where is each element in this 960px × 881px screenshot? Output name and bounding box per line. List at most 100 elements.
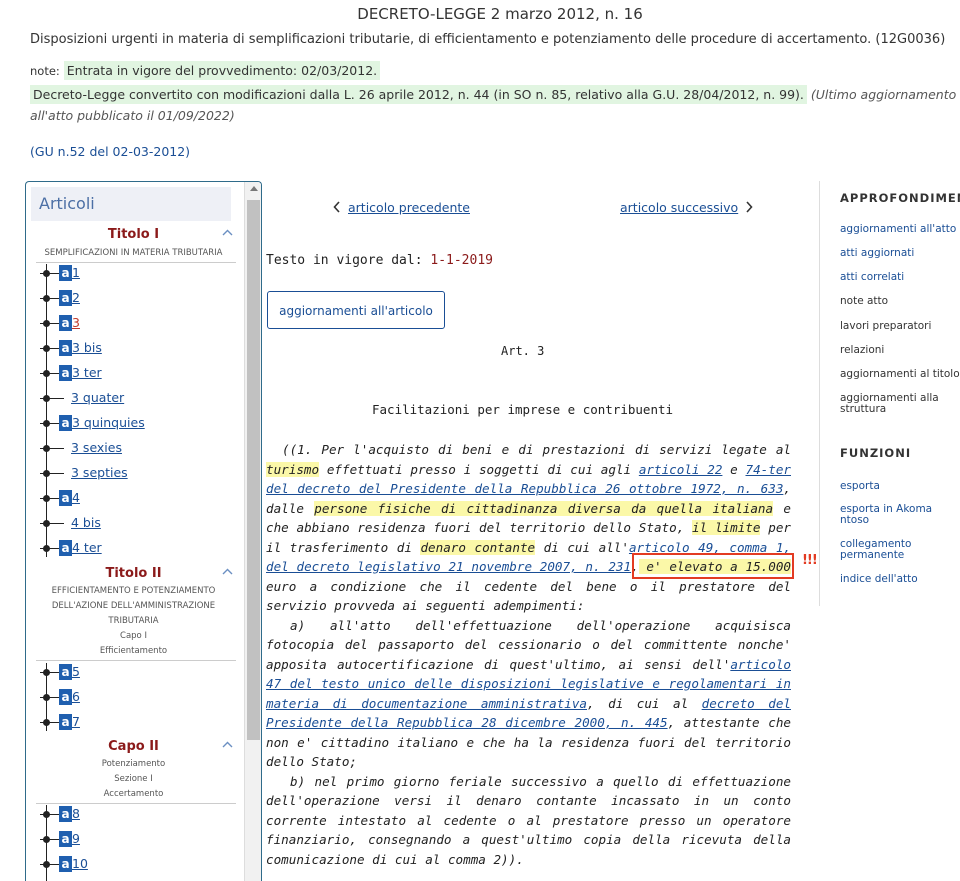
article-amended-icon[interactable]: a bbox=[59, 365, 72, 381]
approfondimenti-item[interactable]: aggiornamenti alla struttura bbox=[840, 393, 960, 415]
article-link[interactable]: 3 septies bbox=[71, 464, 128, 482]
note-row: note: Entrata in vigore del provvediment… bbox=[30, 61, 960, 81]
approfondimenti-item[interactable]: relazioni bbox=[840, 345, 960, 356]
article-tree-item[interactable]: a3 quinquies bbox=[34, 414, 234, 432]
chevron-left-icon[interactable] bbox=[333, 201, 340, 216]
article-link[interactable]: 4 bis bbox=[71, 514, 101, 532]
article-tree-item[interactable]: 3 septies bbox=[34, 464, 234, 482]
annotation-red-box bbox=[632, 553, 794, 579]
article-tree-item[interactable]: a2 bbox=[34, 289, 234, 307]
article-tree-item[interactable]: a5 bbox=[34, 663, 234, 681]
tree-node-dot-icon bbox=[43, 836, 50, 843]
approfondimenti-item[interactable]: atti aggiornati bbox=[840, 248, 960, 259]
titolo-1-heading[interactable]: Titolo I bbox=[31, 227, 236, 242]
article-link[interactable]: 10 bbox=[72, 855, 88, 873]
article-amended-icon[interactable]: a bbox=[59, 856, 72, 872]
funzioni-item[interactable]: collegamento permanente bbox=[840, 539, 960, 561]
titolo-2-heading[interactable]: Titolo II bbox=[31, 566, 236, 581]
capo-1-label: Capo I bbox=[120, 631, 147, 641]
approfondimenti-item[interactable]: note atto bbox=[840, 296, 960, 307]
funzioni-item[interactable]: esporta in Akoma ntoso bbox=[840, 504, 960, 526]
previous-article-nav[interactable]: articolo precedente bbox=[333, 200, 470, 216]
collapse-chevron-icon[interactable] bbox=[222, 568, 233, 578]
article-link[interactable]: 3 bbox=[72, 314, 80, 332]
article-tree-item[interactable]: a3 bbox=[34, 314, 234, 332]
article-link[interactable]: 1 bbox=[72, 264, 80, 282]
tree-node-dot-icon bbox=[43, 470, 50, 477]
article-tree-item[interactable]: a3 bis bbox=[34, 339, 234, 357]
previous-article-link[interactable]: articolo precedente bbox=[348, 200, 470, 215]
collapse-chevron-icon[interactable] bbox=[222, 229, 233, 239]
article-updates-button[interactable]: aggiornamenti all'articolo bbox=[267, 291, 445, 329]
paragraph-1: ((1. Per l'acquisto di beni e di prestaz… bbox=[266, 442, 792, 613]
article-tree-item[interactable]: a4 bbox=[34, 489, 234, 507]
article-link[interactable]: 3 quinquies bbox=[72, 414, 145, 432]
approfondimenti-item[interactable]: aggiornamenti al titolo bbox=[840, 369, 960, 380]
highlight-denaro-contante: denaro contante bbox=[420, 539, 536, 555]
articles-panel: Articoli Titolo I SEMPLIFICAZIONI IN MAT… bbox=[25, 181, 262, 881]
scroll-thumb[interactable] bbox=[247, 200, 260, 740]
article-number: Art. 3 bbox=[501, 344, 545, 358]
article-amended-icon[interactable]: a bbox=[59, 490, 72, 506]
chevron-right-icon[interactable] bbox=[746, 201, 753, 216]
article-link[interactable]: 5 bbox=[72, 663, 80, 681]
tree-node-dot-icon bbox=[43, 295, 50, 302]
article-amended-icon[interactable]: a bbox=[59, 664, 72, 680]
tree-node-dot-icon bbox=[43, 669, 50, 676]
approfondimenti-item[interactable]: atti correlati bbox=[840, 272, 960, 283]
article-tree-item[interactable]: a9 bbox=[34, 830, 234, 848]
article-link[interactable]: 7 bbox=[72, 713, 80, 731]
approfondimenti-item[interactable]: aggiornamenti all'atto bbox=[840, 224, 960, 235]
article-amended-icon[interactable]: a bbox=[59, 540, 72, 556]
article-tree-item[interactable]: 3 sexies bbox=[34, 439, 234, 457]
article-link[interactable]: 4 ter bbox=[72, 539, 102, 557]
article-link[interactable]: 9 bbox=[72, 830, 80, 848]
article-amended-icon[interactable]: a bbox=[59, 689, 72, 705]
article-tree-item[interactable]: 4 bis bbox=[34, 514, 234, 532]
articles-scrollbar[interactable] bbox=[244, 182, 261, 881]
article-link[interactable]: 3 bis bbox=[72, 339, 102, 357]
collapse-chevron-icon[interactable] bbox=[222, 741, 233, 751]
in-force-label: Testo in vigore dal: bbox=[266, 253, 423, 268]
article-tree-item[interactable]: a3 ter bbox=[34, 364, 234, 382]
article-amended-icon[interactable]: a bbox=[59, 315, 72, 331]
funzioni-item[interactable]: esporta bbox=[840, 481, 960, 492]
article-tree-item[interactable]: a6 bbox=[34, 688, 234, 706]
article-amended-icon[interactable]: a bbox=[59, 714, 72, 730]
right-sidebar: APPROFONDIMENTI aggiornamenti all'atto at… bbox=[819, 181, 960, 606]
sezione-1-subtitle: Accertamento bbox=[103, 789, 164, 799]
article-tree-item[interactable]: a4 ter bbox=[34, 539, 234, 557]
article-link[interactable]: 8 bbox=[72, 805, 80, 823]
divider bbox=[36, 660, 236, 661]
article-link[interactable]: 3 quater bbox=[71, 389, 124, 407]
article-amended-icon[interactable]: a bbox=[59, 340, 72, 356]
next-article-link[interactable]: articolo successivo bbox=[620, 200, 738, 215]
approfondimenti-item[interactable]: lavori preparatori bbox=[840, 321, 960, 332]
capo-2-heading[interactable]: Capo II bbox=[31, 739, 236, 754]
article-tree-item[interactable]: a1 bbox=[34, 264, 234, 282]
article-link[interactable]: 2 bbox=[72, 289, 80, 307]
next-article-nav[interactable]: articolo successivo bbox=[620, 200, 753, 216]
article-body: ((1. Per l'acquisto di beni e di prestaz… bbox=[266, 440, 791, 869]
article-link[interactable]: 3 ter bbox=[72, 364, 102, 382]
article-tree-item[interactable]: a8 bbox=[34, 805, 234, 823]
funzioni-item[interactable]: indice dell'atto bbox=[840, 574, 960, 585]
article-link[interactable]: 4 bbox=[72, 489, 80, 507]
article-tree-item[interactable]: a 10 bbox=[34, 855, 234, 873]
article-link[interactable]: 3 sexies bbox=[71, 439, 122, 457]
act-description: Disposizioni urgenti in materia di sempl… bbox=[30, 32, 946, 47]
article-amended-icon[interactable]: a bbox=[59, 265, 72, 281]
article-link[interactable]: 6 bbox=[72, 688, 80, 706]
link-articoli-22[interactable]: articoli 22 bbox=[639, 462, 723, 477]
article-amended-icon[interactable]: a bbox=[59, 415, 72, 431]
divider bbox=[36, 262, 236, 263]
article-amended-icon[interactable]: a bbox=[59, 831, 72, 847]
article-amended-icon[interactable]: a bbox=[59, 806, 72, 822]
article-tree-item[interactable]: a7 bbox=[34, 713, 234, 731]
article-tree-item[interactable]: 3 quater bbox=[34, 389, 234, 407]
tree-node-dot-icon bbox=[43, 320, 50, 327]
scroll-up-arrow-icon[interactable] bbox=[250, 186, 258, 191]
article-amended-icon[interactable]: a bbox=[59, 290, 72, 306]
gu-reference-link[interactable]: (GU n.52 del 02-03-2012) bbox=[30, 144, 190, 159]
article-title: Facilitazioni per imprese e contribuenti bbox=[372, 402, 674, 417]
